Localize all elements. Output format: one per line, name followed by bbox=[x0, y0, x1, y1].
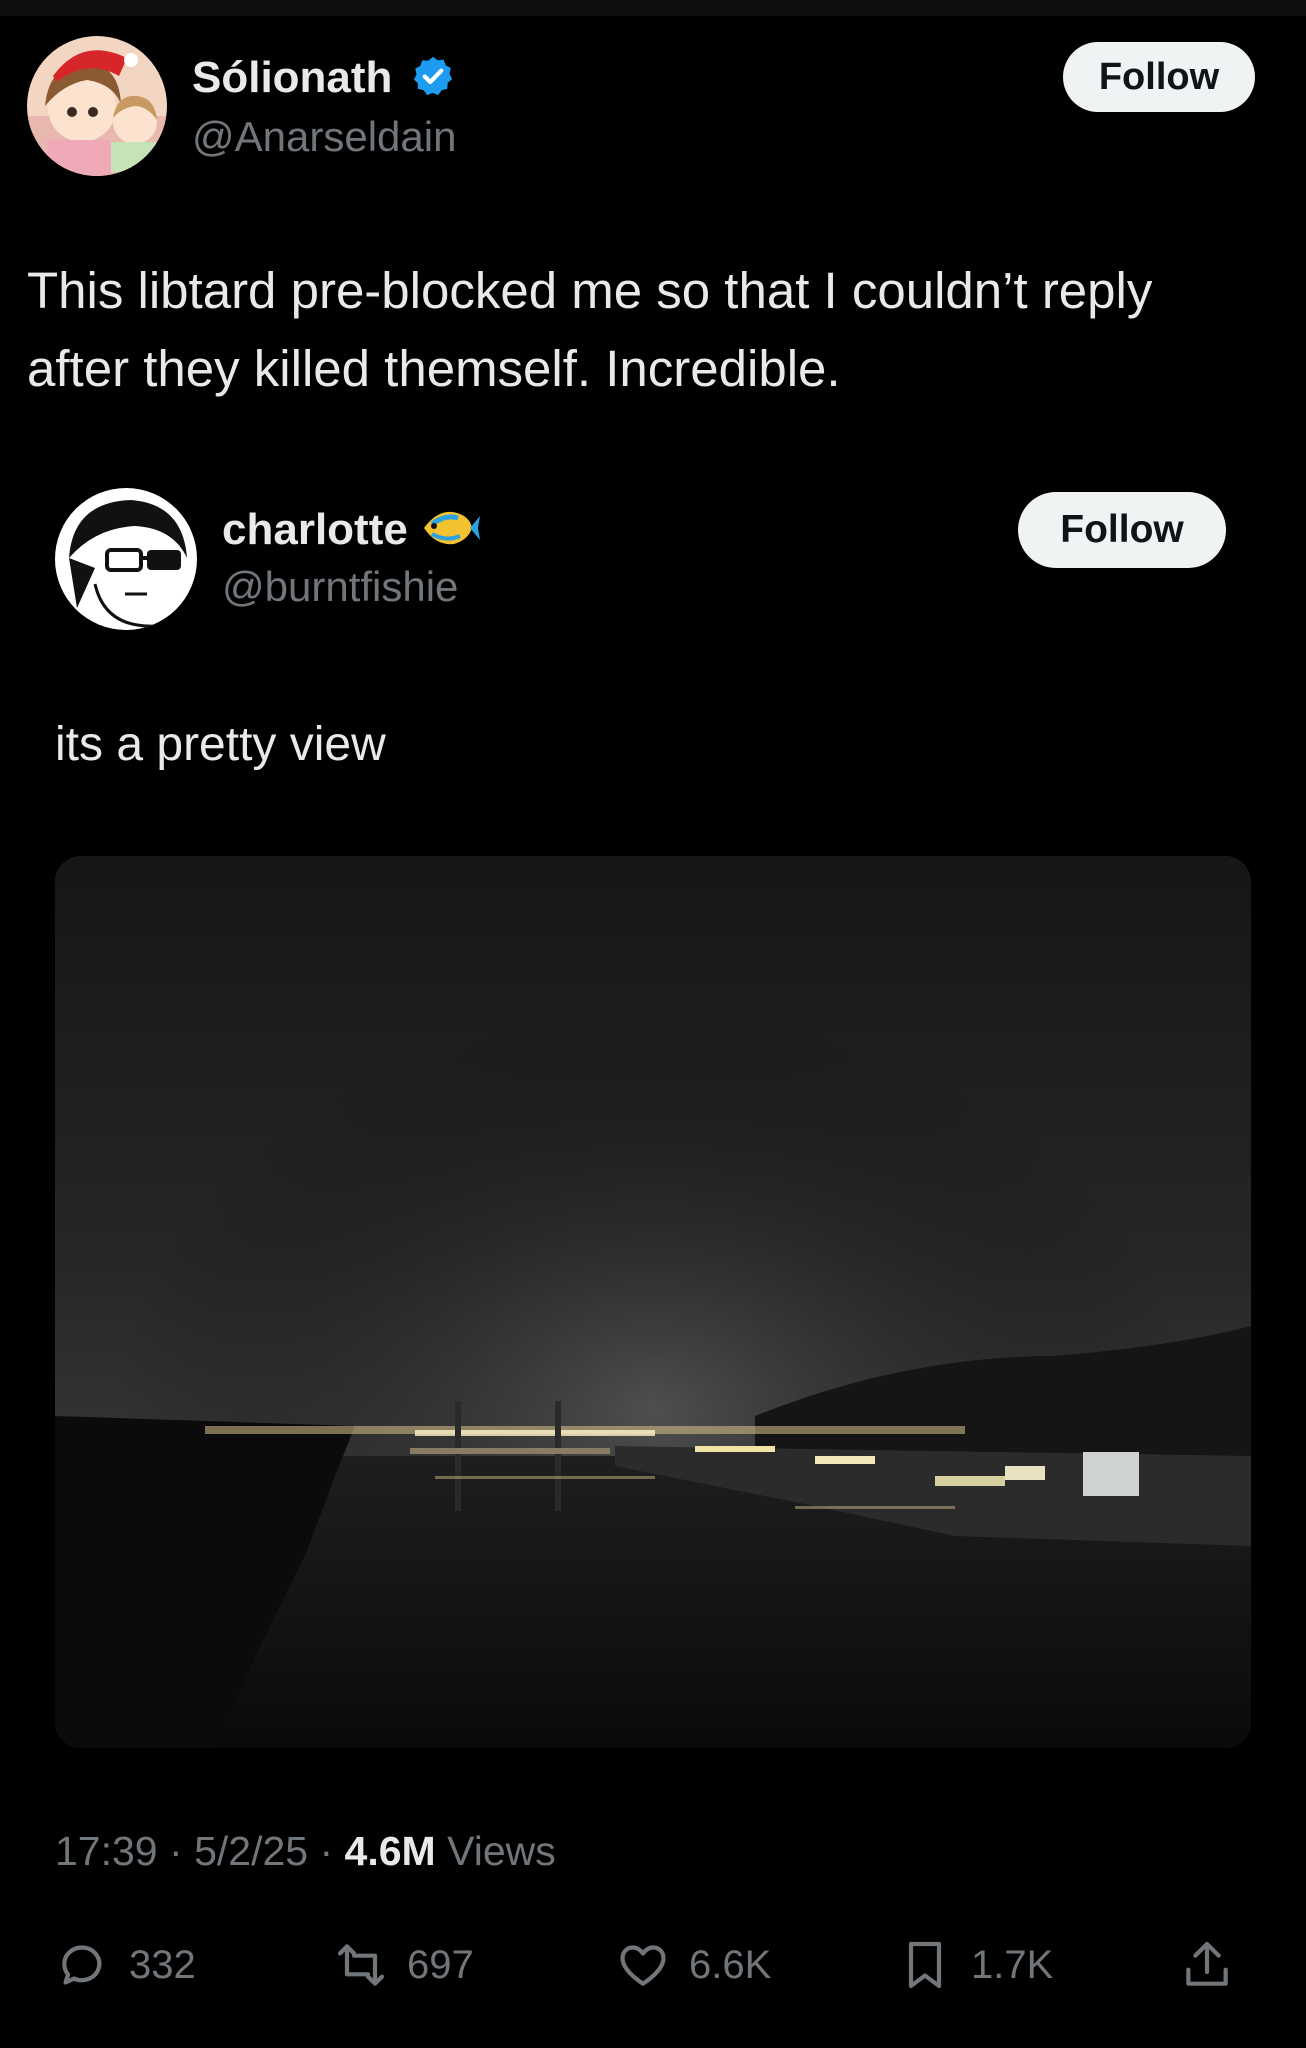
repost-button[interactable]: 697 bbox=[333, 1930, 474, 2000]
like-count: 6.6K bbox=[689, 1942, 772, 1987]
bookmark-button[interactable]: 1.7K bbox=[897, 1930, 1053, 2000]
main-author-avatar[interactable] bbox=[27, 36, 167, 176]
quoted-author-display-name: charlotte bbox=[222, 505, 408, 554]
quoted-author-avatar[interactable] bbox=[55, 488, 197, 630]
meta-separator: · bbox=[169, 1828, 183, 1874]
main-author-handle[interactable]: @Anarseldain bbox=[192, 110, 456, 164]
main-author-display-name: Sólionath bbox=[192, 53, 393, 102]
main-post-text-line2: after they killed themself. Incredible. bbox=[27, 340, 841, 397]
share-icon bbox=[1186, 1941, 1228, 1986]
tropical-fish-icon bbox=[420, 504, 481, 550]
share-button[interactable] bbox=[1179, 1930, 1253, 2000]
quoted-author-name[interactable]: charlotte bbox=[222, 502, 481, 558]
heart-icon bbox=[620, 1945, 666, 1986]
bookmark-icon bbox=[908, 1941, 942, 1989]
verified-badge-icon bbox=[411, 54, 455, 98]
like-button[interactable]: 6.6K bbox=[615, 1930, 771, 2000]
post-meta: 17:39 · 5/2/25 · 4.6M Views bbox=[55, 1828, 556, 1875]
post-date: 5/2/25 bbox=[194, 1828, 309, 1874]
repost-icon bbox=[337, 1944, 385, 1986]
views-label: Views bbox=[447, 1828, 556, 1874]
reply-count: 332 bbox=[129, 1942, 196, 1987]
post-photo[interactable] bbox=[55, 856, 1251, 1748]
meta-separator: · bbox=[319, 1828, 334, 1874]
quoted-author-handle[interactable]: @burntfishie bbox=[222, 560, 458, 614]
post-time: 17:39 bbox=[55, 1828, 158, 1874]
follow-button-quoted[interactable]: Follow bbox=[1018, 492, 1226, 568]
top-strip bbox=[0, 0, 1306, 16]
main-post-text: This libtard pre-blocked me so that I co… bbox=[27, 252, 1152, 408]
quoted-post-text: its a pretty view bbox=[55, 718, 386, 771]
reply-button[interactable]: 332 bbox=[55, 1930, 196, 2000]
main-post-text-line1: This libtard pre-blocked me so that I co… bbox=[27, 262, 1153, 319]
follow-button-main[interactable]: Follow bbox=[1063, 42, 1255, 112]
main-author-name[interactable]: Sólionath bbox=[192, 50, 455, 106]
bookmark-count: 1.7K bbox=[971, 1942, 1054, 1987]
repost-count: 697 bbox=[407, 1942, 474, 1987]
reply-icon bbox=[62, 1945, 102, 1985]
action-bar: 332 697 6.6K 1.7K bbox=[55, 1930, 1251, 2000]
views-count: 4.6M bbox=[344, 1828, 436, 1874]
